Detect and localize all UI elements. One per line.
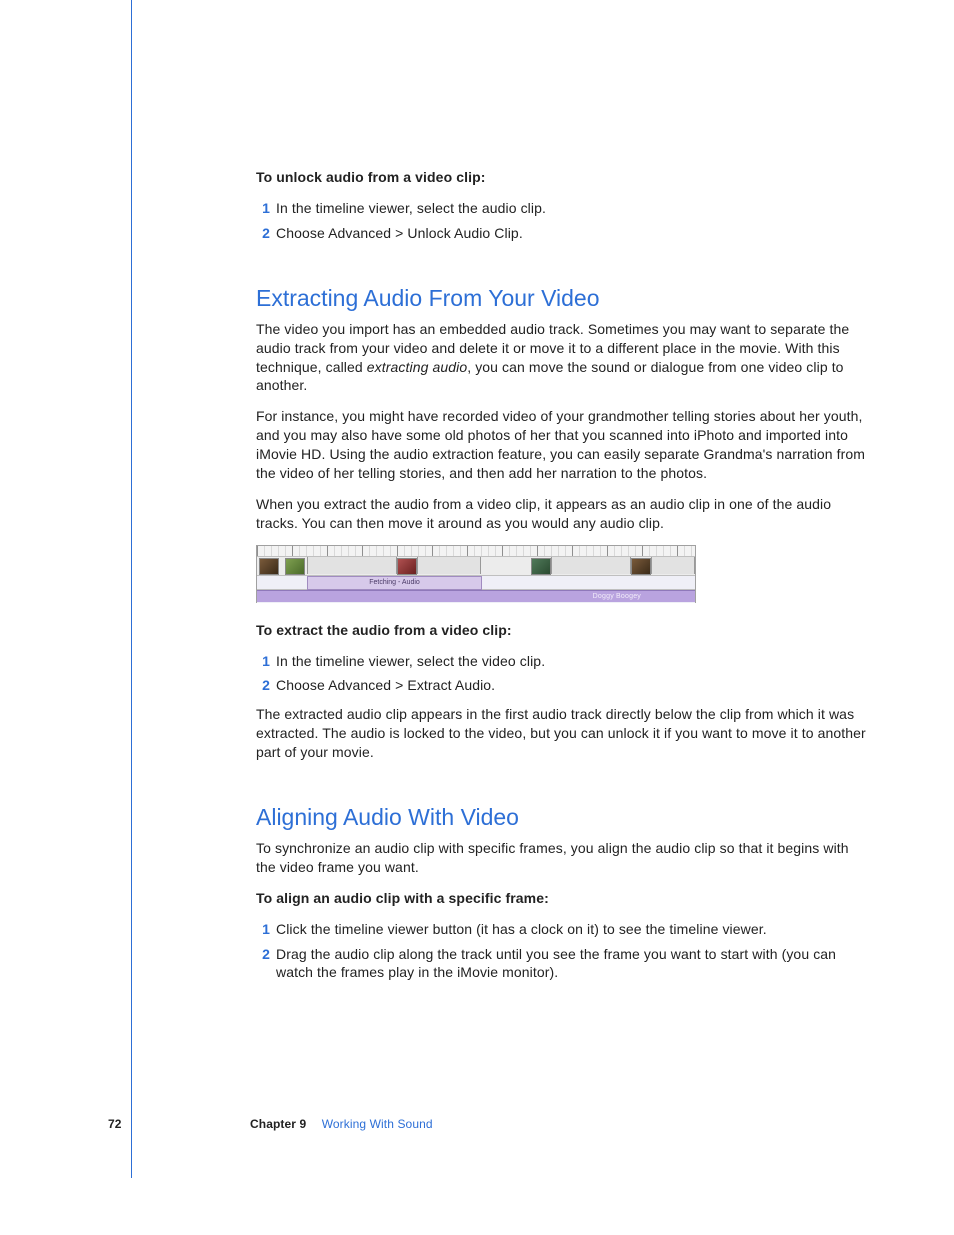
timeline-video-track bbox=[257, 557, 695, 576]
extract-p2: For instance, you might have recorded vi… bbox=[256, 407, 866, 483]
align-step-1: 1Click the timeline viewer button (it ha… bbox=[276, 920, 866, 939]
audio-clip-fetching: Fetching - Audio bbox=[307, 576, 482, 590]
video-clip bbox=[307, 557, 397, 574]
step-number: 1 bbox=[256, 199, 270, 218]
align-p1: To synchronize an audio clip with specif… bbox=[256, 839, 866, 877]
timeline-audio-track-2: Doggy Boogey bbox=[257, 590, 695, 603]
chapter-title: Working With Sound bbox=[322, 1117, 433, 1131]
step-number: 2 bbox=[256, 676, 270, 695]
step-text: In the timeline viewer, select the video… bbox=[276, 653, 545, 669]
timeline-figure: Fetching - Audio Doggy Boogey bbox=[256, 545, 696, 603]
video-thumbnail bbox=[397, 558, 417, 575]
unlock-heading: To unlock audio from a video clip: bbox=[256, 168, 866, 187]
video-thumbnail bbox=[259, 558, 279, 575]
text-emphasis: extracting audio bbox=[367, 359, 467, 375]
step-number: 1 bbox=[256, 652, 270, 671]
audio-clip-doggy: Doggy Boogey bbox=[257, 590, 695, 602]
video-thumbnail bbox=[285, 558, 305, 575]
extract-step-1: 1In the timeline viewer, select the vide… bbox=[276, 652, 866, 671]
extract-p1: The video you import has an embedded aud… bbox=[256, 320, 866, 396]
timeline-audio-track-1: Fetching - Audio bbox=[257, 576, 695, 590]
extract-step-2: 2Choose Advanced > Extract Audio. bbox=[276, 676, 866, 695]
video-clip bbox=[551, 557, 631, 574]
unlock-step-1: 1In the timeline viewer, select the audi… bbox=[276, 199, 866, 218]
unlock-steps: 1In the timeline viewer, select the audi… bbox=[276, 199, 866, 243]
page: To unlock audio from a video clip: 1In t… bbox=[0, 0, 954, 1235]
step-number: 2 bbox=[256, 945, 270, 964]
step-text: Click the timeline viewer button (it has… bbox=[276, 921, 767, 937]
step-number: 2 bbox=[256, 224, 270, 243]
step-text: In the timeline viewer, select the audio… bbox=[276, 200, 546, 216]
extract-p3: When you extract the audio from a video … bbox=[256, 495, 866, 533]
page-number: 72 bbox=[108, 1117, 122, 1131]
margin-rule bbox=[131, 0, 132, 1178]
chapter-label: Chapter 9 bbox=[250, 1117, 306, 1131]
video-thumbnail bbox=[531, 558, 551, 575]
align-step-2: 2Drag the audio clip along the track unt… bbox=[276, 945, 866, 983]
extract-steps-heading: To extract the audio from a video clip: bbox=[256, 621, 866, 640]
extract-note: The extracted audio clip appears in the … bbox=[256, 705, 866, 762]
extract-steps: 1In the timeline viewer, select the vide… bbox=[276, 652, 866, 696]
step-number: 1 bbox=[256, 920, 270, 939]
page-footer: 72 Chapter 9 Working With Sound bbox=[108, 1117, 433, 1131]
align-steps: 1Click the timeline viewer button (it ha… bbox=[276, 920, 866, 983]
step-text: Choose Advanced > Unlock Audio Clip. bbox=[276, 225, 523, 241]
page-content: To unlock audio from a video clip: 1In t… bbox=[256, 168, 866, 988]
video-clip bbox=[417, 557, 481, 574]
timeline-ruler bbox=[257, 546, 695, 557]
video-thumbnail bbox=[631, 558, 651, 575]
align-steps-heading: To align an audio clip with a specific f… bbox=[256, 889, 866, 908]
unlock-step-2: 2Choose Advanced > Unlock Audio Clip. bbox=[276, 224, 866, 243]
align-title: Aligning Audio With Video bbox=[256, 802, 866, 833]
step-text: Choose Advanced > Extract Audio. bbox=[276, 677, 495, 693]
extract-title: Extracting Audio From Your Video bbox=[256, 283, 866, 314]
step-text: Drag the audio clip along the track unti… bbox=[276, 946, 836, 981]
video-clip bbox=[651, 557, 695, 574]
